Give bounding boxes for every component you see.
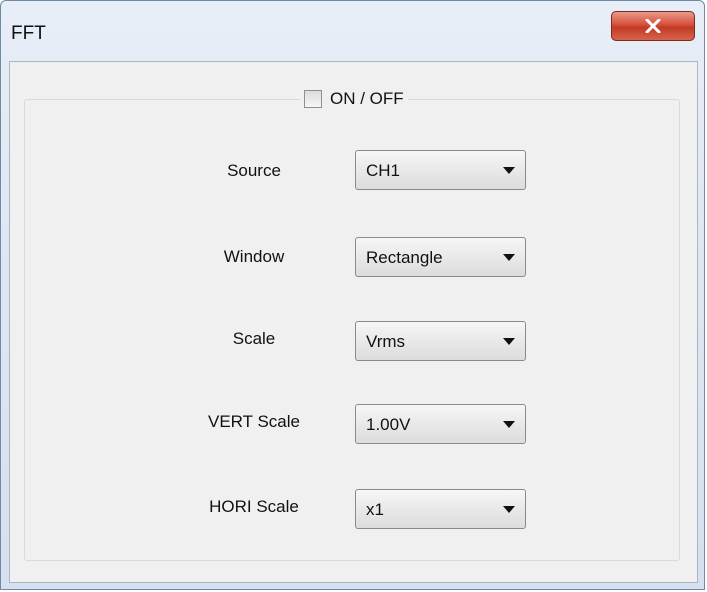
scale-label: Scale (232, 329, 276, 348)
chevron-down-icon (503, 338, 515, 345)
scale-value: Vrms (366, 332, 406, 351)
fft-settings-group (24, 99, 680, 561)
source-select[interactable]: CH1 (355, 150, 526, 190)
scale-select[interactable]: Vrms (355, 321, 526, 361)
chevron-down-icon (503, 167, 515, 174)
vert-scale-value: 1.00V (366, 415, 411, 434)
close-icon (645, 19, 661, 33)
source-label: Source (227, 161, 281, 180)
vert-scale-label: VERT Scale (208, 412, 300, 431)
source-value: CH1 (366, 161, 401, 180)
vert-scale-select[interactable]: 1.00V (355, 404, 526, 444)
window-title: FFT (11, 23, 46, 44)
window-label: Window (223, 247, 285, 266)
on-off-toggle[interactable]: ON / OFF (300, 89, 408, 109)
chevron-down-icon (503, 506, 515, 513)
on-off-checkbox[interactable] (304, 90, 322, 108)
hori-scale-value: x1 (366, 500, 384, 519)
chevron-down-icon (503, 421, 515, 428)
chevron-down-icon (503, 254, 515, 261)
window-value: Rectangle (366, 248, 443, 267)
hori-scale-label: HORI Scale (209, 497, 299, 516)
window-select[interactable]: Rectangle (355, 237, 526, 277)
title-bar[interactable]: FFT (1, 1, 704, 61)
on-off-label: ON / OFF (330, 89, 404, 108)
close-button[interactable] (611, 11, 695, 41)
hori-scale-select[interactable]: x1 (355, 489, 526, 529)
fft-dialog: FFT ON / OFF Source CH1 Window Rectangle (0, 0, 705, 590)
dialog-body: ON / OFF Source CH1 Window Rectangle Sca… (9, 61, 698, 583)
